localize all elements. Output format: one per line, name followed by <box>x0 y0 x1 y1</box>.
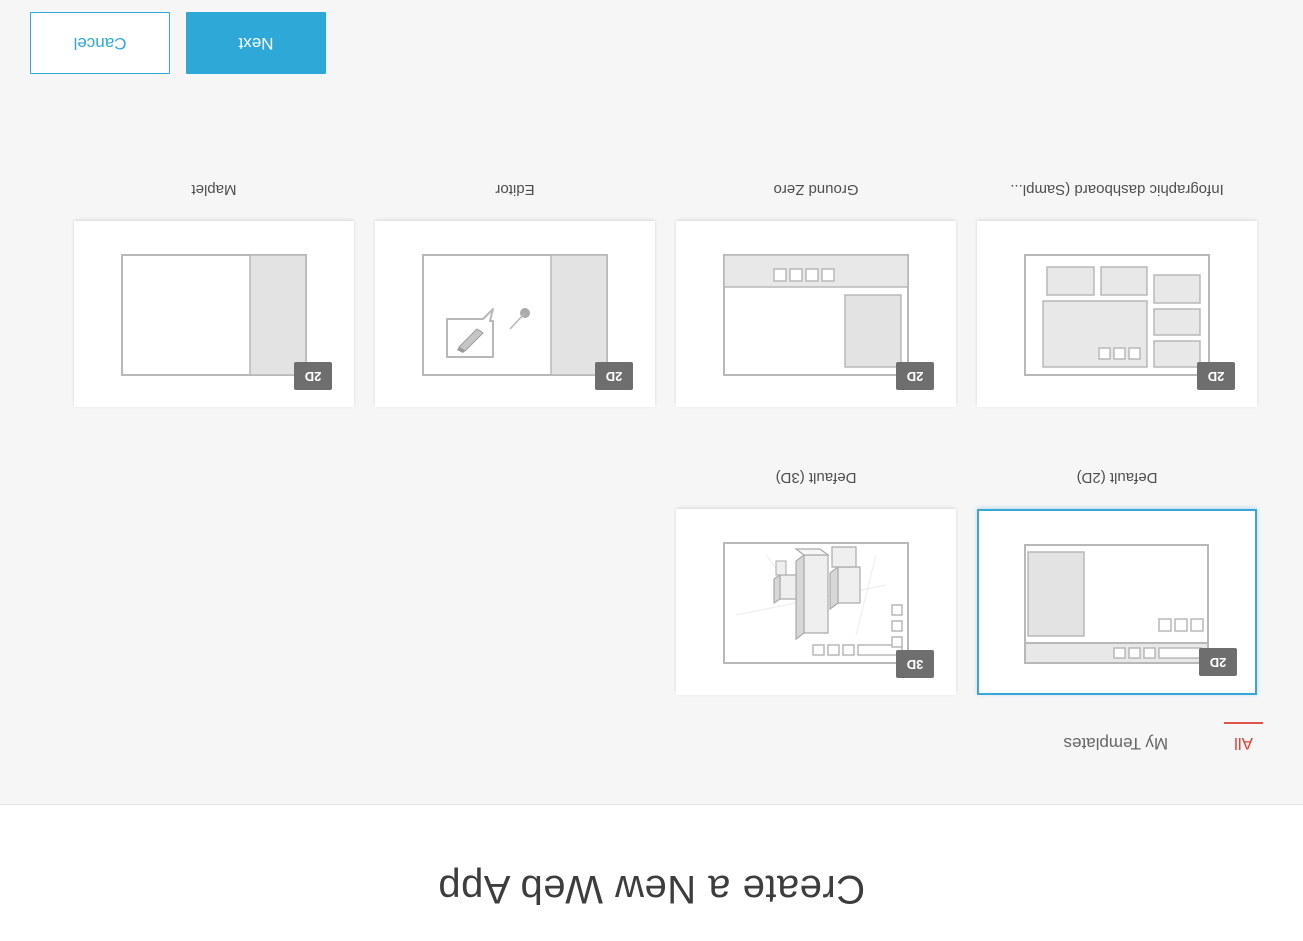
template-thumbnail[interactable]: 3D <box>676 509 956 695</box>
dimension-badge: 2D <box>294 362 332 390</box>
dimension-badge: 2D <box>595 362 633 390</box>
template-tabs: All My Templates <box>1060 727 1257 757</box>
dimension-badge: 2D <box>1197 362 1235 390</box>
template-thumbnail[interactable]: 2D <box>676 221 956 407</box>
create-web-app-dialog: Create a New Web App All My Templates 2D… <box>0 0 1303 941</box>
template-name: Maplet <box>191 181 237 198</box>
next-button[interactable]: Next <box>186 12 326 74</box>
template-name: Default (3D) <box>775 469 857 486</box>
cancel-button[interactable]: Cancel <box>30 12 170 74</box>
template-thumbnail[interactable]: 2D <box>977 221 1257 407</box>
template-thumbnail[interactable]: 2D <box>74 221 354 407</box>
template-card-default-2d[interactable]: 2D Default (2D) <box>977 469 1257 695</box>
template-name: Editor <box>495 181 535 198</box>
dialog-header: Create a New Web App <box>0 804 1303 941</box>
template-name: Default (2D) <box>1076 469 1158 486</box>
tab-all[interactable]: All <box>1230 729 1257 757</box>
template-card-editor[interactable]: 2D Editor <box>375 181 655 407</box>
template-card-maplet[interactable]: 2D Maplet <box>74 181 354 407</box>
template-thumbnail[interactable]: 2D <box>375 221 655 407</box>
template-name: Ground Zero <box>773 181 859 198</box>
template-name: Infographic dashboard (Sampl... <box>1010 181 1224 198</box>
dimension-badge: 2D <box>896 362 934 390</box>
tab-my-templates[interactable]: My Templates <box>1060 729 1173 757</box>
dialog-footer: Next Cancel <box>30 12 326 74</box>
template-grid: 2D Default (2D) 3D Default (3D) 2D Infog… <box>74 181 1257 695</box>
dimension-badge: 2D <box>1199 648 1237 676</box>
template-thumbnail[interactable]: 2D <box>977 509 1257 695</box>
dimension-badge: 3D <box>896 650 934 678</box>
template-card-default-3d[interactable]: 3D Default (3D) <box>676 469 956 695</box>
template-card-ground-zero[interactable]: 2D Ground Zero <box>676 181 956 407</box>
template-card-infographic-dashboard[interactable]: 2D Infographic dashboard (Sampl... <box>977 181 1257 407</box>
dialog-title: Create a New Web App <box>437 867 866 911</box>
